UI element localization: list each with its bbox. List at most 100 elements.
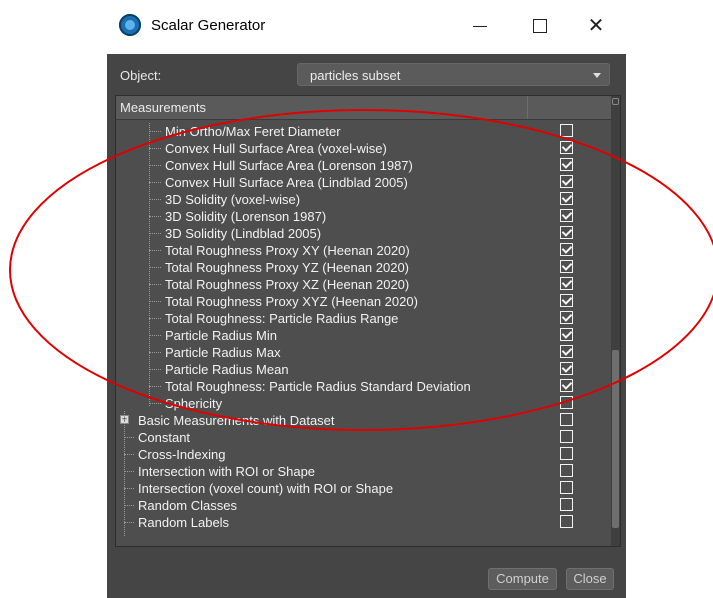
tree-item-label: Convex Hull Surface Area (Lorenson 1987) [165,158,413,173]
tree-item-label: Min Ortho/Max Feret Diameter [165,124,341,139]
tree-row[interactable]: Particle Radius Max [116,344,611,361]
tree-item-label: Total Roughness Proxy XYZ (Heenan 2020) [165,294,418,309]
tree-guide-line [149,250,161,251]
measurement-checkbox[interactable] [560,362,573,375]
measurement-checkbox[interactable] [560,260,573,273]
object-select[interactable]: particles subset [297,63,610,86]
tree-row[interactable]: Cross-Indexing [116,446,611,463]
tree-item-label: Cross-Indexing [138,447,226,462]
tree-row[interactable]: Convex Hull Surface Area (Lindblad 2005) [116,174,611,191]
measurement-checkbox[interactable] [560,396,573,409]
tree-row[interactable]: Total Roughness Proxy XZ (Heenan 2020) [116,276,611,293]
measurement-checkbox[interactable] [560,243,573,256]
tree-item-label: Basic Measurements with Dataset [138,413,335,428]
tree-guide-line [124,488,134,489]
tree-row[interactable]: Convex Hull Surface Area (Lorenson 1987) [116,157,611,174]
tree-rows: Min Ortho/Max Feret Diameter Convex Hull … [116,123,611,531]
close-icon: ✕ [587,15,605,37]
tree-row[interactable]: Total Roughness Proxy YZ (Heenan 2020) [116,259,611,276]
close-window-button[interactable]: ✕ [581,14,611,38]
tree-guide-line [149,182,161,183]
tree-row[interactable]: Convex Hull Surface Area (voxel-wise) [116,140,611,157]
tree-item-label: Particle Radius Max [165,345,281,360]
tree-row[interactable]: Sphericity [116,395,611,412]
measurement-checkbox[interactable] [560,294,573,307]
column-separator [527,96,528,119]
scrollbar-thumb[interactable] [612,350,619,528]
tree-row[interactable]: Total Roughness: Particle Radius Standar… [116,378,611,395]
tree-header[interactable]: Measurements [116,96,611,120]
tree-row[interactable]: + Basic Measurements with Dataset [116,412,611,429]
tree-row[interactable]: Total Roughness: Particle Radius Range [116,310,611,327]
tree-guide-line [149,148,161,149]
tree-row[interactable]: Random Classes [116,497,611,514]
measurement-checkbox[interactable] [560,192,573,205]
tree-item-label: Total Roughness: Particle Radius Range [165,311,399,326]
tree-guide-line [149,301,161,302]
measurement-checkbox[interactable] [560,311,573,324]
measurement-checkbox[interactable] [560,464,573,477]
tree-row[interactable]: 3D Solidity (Lorenson 1987) [116,208,611,225]
measurement-checkbox[interactable] [560,124,573,137]
tree-item-label: Total Roughness Proxy YZ (Heenan 2020) [165,260,410,275]
app-icon [119,14,141,36]
close-button[interactable]: Close [566,568,614,590]
tree-row[interactable]: Intersection with ROI or Shape [116,463,611,480]
window-title: Scalar Generator [151,17,266,34]
tree-row[interactable]: Particle Radius Min [116,327,611,344]
maximize-icon [533,19,547,33]
tree-guide-line [149,352,161,353]
tree-guide-line [149,284,161,285]
tree-row[interactable]: 3D Solidity (Lindblad 2005) [116,225,611,242]
tree-row[interactable]: 3D Solidity (voxel-wise) [116,191,611,208]
scalar-generator-window: Scalar Generator ✕ Object: particles sub… [107,0,626,598]
measurement-checkbox[interactable] [560,515,573,528]
measurement-checkbox[interactable] [560,209,573,222]
measurement-checkbox[interactable] [560,328,573,341]
tree-item-label: Constant [138,430,191,445]
measurement-checkbox[interactable] [560,226,573,239]
scroll-up-icon[interactable] [612,98,619,105]
tree-item-label: Particle Radius Mean [165,362,289,377]
tree-item-label: Sphericity [165,396,223,411]
tree-row[interactable]: Total Roughness Proxy XY (Heenan 2020) [116,242,611,259]
tree-row[interactable]: Random Labels [116,514,611,531]
tree-row[interactable]: Total Roughness Proxy XYZ (Heenan 2020) [116,293,611,310]
tree-row[interactable]: Constant [116,429,611,446]
measurement-checkbox[interactable] [560,141,573,154]
minimize-button[interactable] [465,14,495,38]
tree-row[interactable]: Intersection (voxel count) with ROI or S… [116,480,611,497]
measurement-checkbox[interactable] [560,158,573,171]
tree-item-label: Intersection with ROI or Shape [138,464,316,479]
vertical-scrollbar[interactable] [611,96,620,546]
measurement-checkbox[interactable] [560,175,573,188]
title-bar[interactable]: Scalar Generator ✕ [107,0,626,54]
compute-button[interactable]: Compute [488,568,557,590]
tree-item-label: 3D Solidity (Lindblad 2005) [165,226,322,241]
measurement-checkbox[interactable] [560,498,573,511]
tree-item-label: Random Classes [138,498,237,513]
tree-item-label: Intersection (voxel count) with ROI or S… [138,481,394,496]
measurement-checkbox[interactable] [560,379,573,392]
measurement-checkbox[interactable] [560,481,573,494]
measurement-checkbox[interactable] [560,277,573,290]
tree-guide-line [149,267,161,268]
measurements-tree[interactable]: Measurements Min Ortho/Max Feret Diamete… [115,95,621,547]
measurement-checkbox[interactable] [560,345,573,358]
maximize-button[interactable] [525,14,555,38]
tree-row[interactable]: Particle Radius Mean [116,361,611,378]
tree-row[interactable]: Min Ortho/Max Feret Diameter [116,123,611,140]
measurement-checkbox[interactable] [560,430,573,443]
tree-guide-line [149,199,161,200]
tree-item-label: Particle Radius Min [165,328,277,343]
tree-guide-line [149,403,161,404]
object-label: Object: [120,68,162,83]
tree-guide-line [149,233,161,234]
tree-guide-line [124,437,134,438]
tree-guide-line [124,471,134,472]
tree-guide-vertical [149,123,150,406]
tree-item-label: 3D Solidity (voxel-wise) [165,192,301,207]
measurement-checkbox[interactable] [560,447,573,460]
tree-guide-line [124,505,134,506]
measurement-checkbox[interactable] [560,413,573,426]
